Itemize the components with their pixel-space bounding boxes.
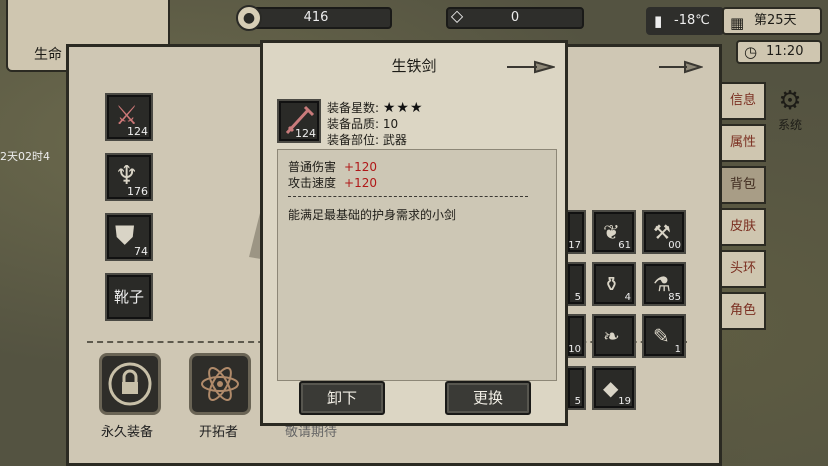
temperature-value: -18℃ [674,13,710,28]
tab-info[interactable]: 信息 [722,82,766,120]
permanent-equip-button[interactable] [99,353,161,415]
bag-slot[interactable]: 5 [566,366,586,410]
bag-slot[interactable]: ⚗ 85 [642,262,686,306]
coin-counter: 416 [240,7,392,29]
bag-slot[interactable]: ⚱ 4 [592,262,636,306]
equip-slot-boots[interactable]: 靴子 [105,273,153,321]
temperature-display: ▮ -18℃ [646,7,724,35]
slot-count: 74 [134,245,148,258]
bag-slot[interactable]: 10 [566,314,586,358]
stat-divider [288,196,528,197]
tab-skins[interactable]: 皮肤 [722,208,766,246]
quality-value: 10 [382,117,399,131]
bag-count: 19 [618,396,631,407]
time-value: 11:20 [766,44,804,59]
stat-bonus: +120 [344,176,377,190]
slot-label: 装备部位: [327,133,380,147]
star-label: 装备星数: [327,101,380,115]
slot-count: 176 [127,185,148,198]
item-icon: 124 [277,99,321,143]
calendar-icon: ▦ [730,14,745,32]
stat-name: 普通伤害 [288,160,337,174]
bag-slot[interactable]: ❦ 61 [592,210,636,254]
bag-slot[interactable]: ✎ 1 [642,314,686,358]
slot-row: 装备部位: 武器 [327,131,407,148]
bottle-icon: ⚱ [603,272,620,296]
gear-icon: ⚙ [778,86,802,116]
stone-icon: ◆ [603,376,619,400]
item-description: 能满足最基础的护身需求的小剑 [288,208,457,222]
item-detail-popup: 生铁剑 124 装备星数: ★★★ 装备品质: 10 装备部位: 武器 普通伤害… [260,40,568,426]
time-display: ◷ 11:20 [736,40,822,64]
wing-icon: ❧ [603,324,620,348]
spear-icon [659,60,703,74]
bag-count: 17 [568,240,581,251]
star-rating: ★★★ [382,100,424,116]
spear-icon [507,60,555,74]
bag-count: 5 [574,396,581,407]
pioneer-button[interactable] [189,353,251,415]
thermometer-icon: ▮ [654,12,663,30]
bag-count: 10 [568,344,581,355]
bag-slot[interactable]: ❧ [592,314,636,358]
quality-label: 装备品质: [327,117,380,131]
tab-halo[interactable]: 头环 [722,250,766,288]
stat-name: 攻击速度 [288,176,337,190]
stat-bonus: +120 [344,160,377,174]
slot-value: 武器 [382,133,407,147]
day-value: 第25天 [754,13,797,28]
feather-icon: ✎ [653,324,670,348]
clock-icon: ◷ [744,43,758,61]
item-count: 124 [295,127,316,140]
equip-slot-necklace[interactable]: ♆ 176 [105,153,153,201]
quality-row: 装备品质: 10 [327,115,398,132]
bag-count: 85 [668,292,681,303]
unequip-button[interactable]: 卸下 [299,381,385,415]
bag-slot[interactable]: ◆ 19 [592,366,636,410]
replace-button[interactable]: 更换 [445,381,531,415]
bag-count: 00 [668,240,681,251]
settings-label: 系统 [778,118,803,132]
boots-label: 靴子 [113,288,144,306]
tab-attributes[interactable]: 属性 [722,124,766,162]
tab-backpack[interactable]: 背包 [722,166,766,204]
permanent-equip-label: 永久装备 [101,425,154,440]
pioneer-label: 开拓者 [199,425,239,440]
equip-slot-armor[interactable]: ⛊ 74 [105,213,153,261]
star-row: 装备星数: ★★★ [327,99,424,116]
day-display: ▦ 第25天 [722,7,822,35]
stats-box: 普通伤害 +120 攻击速度 +120 能满足最基础的护身需求的小剑 [277,149,557,381]
slot-count: 124 [127,125,148,138]
atom-icon [201,367,239,401]
stat-row: 攻击速度 +120 [288,174,377,191]
tab-character[interactable]: 角色 [722,292,766,330]
equip-slot-weapon[interactable]: ⚔ 124 [105,93,153,141]
stat-row: 普通伤害 +120 [288,158,377,175]
lock-icon [108,362,152,406]
herb-icon: ❦ [603,220,620,244]
bag-count: 1 [674,344,681,355]
bag-slot[interactable]: 17 [566,210,586,254]
settings-button[interactable]: ⚙ 系统 [778,86,802,133]
gem-icon: ◇ [450,6,464,25]
coin-icon: ● [236,5,262,31]
bag-slot[interactable]: 5 [566,262,586,306]
bag-count: 61 [618,240,631,251]
armor-icon: ⛊ [115,221,135,251]
bag-count: 4 [624,292,631,303]
bag-count: 5 [574,292,581,303]
timer-text: 2天02时4 [0,150,50,163]
life-label: 生命 [34,47,62,63]
bag-slot[interactable]: ⚒ 00 [642,210,686,254]
